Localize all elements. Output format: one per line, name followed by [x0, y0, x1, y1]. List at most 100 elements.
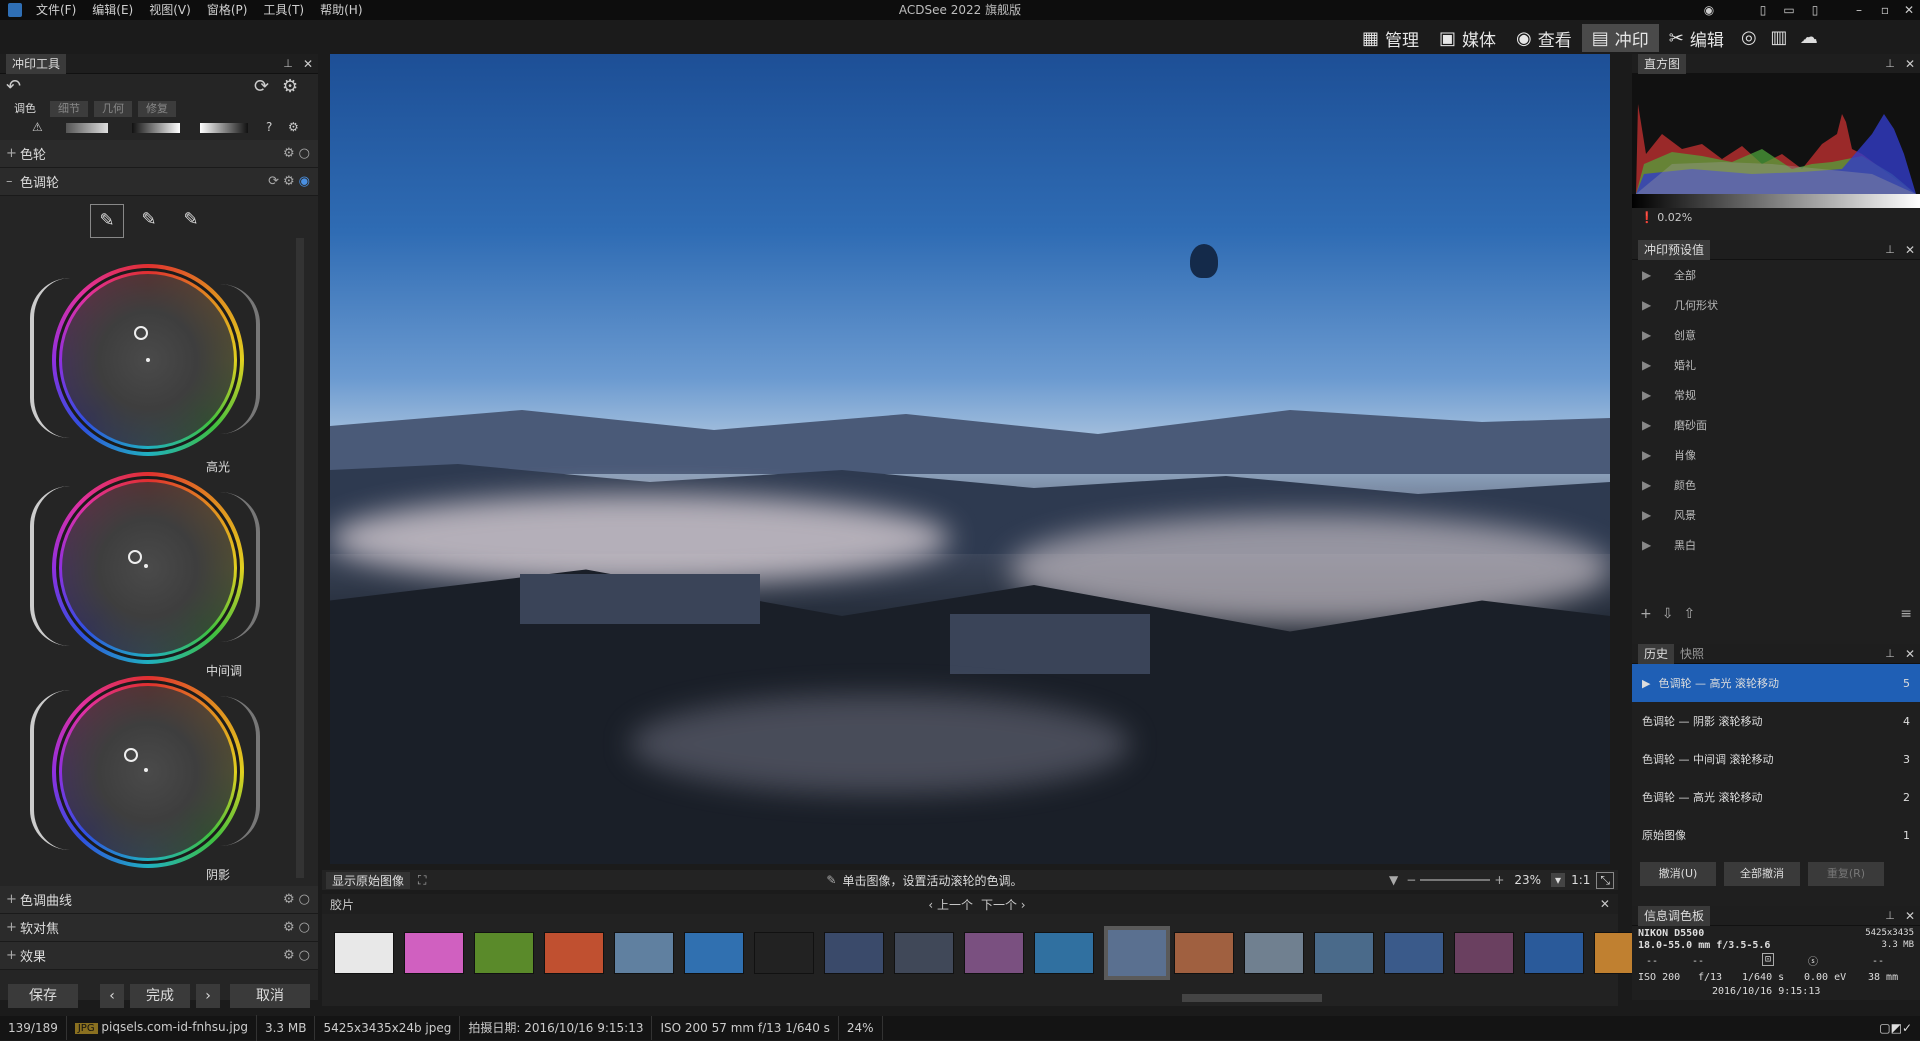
options-icon[interactable]: ⚙: [288, 120, 299, 134]
filmstrip-thumbnail[interactable]: [1034, 932, 1094, 974]
menu-tools[interactable]: 工具(T): [255, 0, 312, 20]
maximize-button[interactable]: ▫: [1872, 0, 1898, 20]
pin-icon[interactable]: ⊥: [1880, 909, 1900, 922]
menu-file[interactable]: 文件(F): [28, 0, 84, 20]
next-button[interactable]: 下一个 ›: [981, 896, 1026, 913]
zoom-out-icon[interactable]: −: [1406, 873, 1416, 887]
menu-edit[interactable]: 编辑(E): [84, 0, 141, 20]
layout-right-icon[interactable]: ▯: [1802, 0, 1828, 20]
eyedropper-icon[interactable]: ✎: [132, 204, 166, 238]
history-item[interactable]: 色调轮 — 高光 滚轮移动 2: [1632, 778, 1920, 816]
section-soft-focus[interactable]: + 软对焦 ⚙ ○: [0, 914, 318, 942]
clipping-slider[interactable]: [66, 123, 108, 133]
import-icon[interactable]: ⇩: [1662, 606, 1674, 622]
gear-icon[interactable]: ⚙: [283, 920, 295, 935]
preset-item[interactable]: ▶ 风景: [1632, 500, 1920, 530]
filmstrip-thumbnail[interactable]: [964, 932, 1024, 974]
filmstrip-thumbnail[interactable]: [894, 932, 954, 974]
preset-item[interactable]: ▶ 颜色: [1632, 470, 1920, 500]
undo-button[interactable]: 撤消(U): [1640, 862, 1716, 886]
minimize-button[interactable]: –: [1846, 0, 1872, 20]
redo-button[interactable]: 重复(R): [1808, 862, 1884, 886]
filmstrip-thumbnail[interactable]: [404, 932, 464, 974]
filmstrip-thumbnail[interactable]: [684, 932, 744, 974]
aperture-icon[interactable]: ◎: [1734, 24, 1764, 52]
close-icon[interactable]: ✕: [1900, 647, 1920, 661]
dashboard-icon[interactable]: ▥: [1764, 24, 1794, 52]
undo-all-button[interactable]: 全部撤消: [1724, 862, 1800, 886]
pin-icon[interactable]: ⊥: [1880, 57, 1900, 70]
eyedropper-icon[interactable]: ✎: [174, 204, 208, 238]
toggle-icon[interactable]: ○: [299, 948, 310, 963]
reset-icon[interactable]: ⟳: [254, 76, 269, 97]
preset-item[interactable]: ▶ 磨砂面: [1632, 410, 1920, 440]
layout-left-icon[interactable]: ▯: [1750, 0, 1776, 20]
mode-edit[interactable]: ✂ 编辑: [1659, 24, 1734, 52]
wheel-handle[interactable]: [124, 748, 138, 762]
filmstrip-thumbnail[interactable]: [544, 932, 604, 974]
warning-icon[interactable]: ⚠: [32, 120, 43, 134]
gear-icon[interactable]: ⚙: [283, 892, 295, 907]
mode-develop[interactable]: ▤ 冲印: [1581, 24, 1659, 52]
add-preset-icon[interactable]: +: [1640, 606, 1652, 622]
filmstrip-thumbnail[interactable]: [1174, 932, 1234, 974]
menu-icon[interactable]: ≡: [1900, 606, 1912, 622]
fullscreen-icon[interactable]: ⛶: [418, 873, 426, 888]
export-icon[interactable]: ⇧: [1683, 606, 1695, 622]
filmstrip-thumbnail[interactable]: [754, 932, 814, 974]
section-tone-curves[interactable]: + 色调曲线 ⚙ ○: [0, 886, 318, 914]
pin-icon[interactable]: ⊥: [278, 57, 298, 70]
preset-item[interactable]: ▶ 几何形状: [1632, 290, 1920, 320]
prev-arrow-button[interactable]: ‹: [100, 984, 124, 1008]
next-arrow-button[interactable]: ›: [196, 984, 220, 1008]
wheel-handle[interactable]: [128, 550, 142, 564]
filmstrip-thumbnail[interactable]: [1454, 932, 1514, 974]
mode-media[interactable]: ▣ 媒体: [1429, 24, 1506, 52]
panel-scrollbar[interactable]: [296, 238, 304, 878]
settings-icon[interactable]: ⚙: [282, 76, 298, 97]
toggle-icon[interactable]: ○: [299, 920, 310, 935]
close-icon[interactable]: ✕: [1900, 243, 1920, 257]
filmstrip-thumbnail[interactable]: [1104, 926, 1170, 980]
help-icon[interactable]: ?: [266, 120, 272, 134]
zoom-menu-icon[interactable]: ▾: [1551, 873, 1566, 887]
gear-icon[interactable]: ⚙: [283, 174, 295, 189]
reset-icon[interactable]: ⟳: [268, 174, 279, 189]
prev-button[interactable]: ‹ 上一个: [928, 896, 973, 913]
filmstrip-thumbnail[interactable]: [334, 932, 394, 974]
undo-arrow-icon[interactable]: ↶: [6, 76, 21, 97]
preset-item[interactable]: ▶ 黑白: [1632, 530, 1920, 560]
mode-manage[interactable]: ▦ 管理: [1352, 24, 1429, 52]
toggle-icon[interactable]: ○: [299, 146, 310, 161]
tab-repair[interactable]: 修复: [138, 101, 176, 117]
save-button[interactable]: 保存: [8, 984, 78, 1008]
done-button[interactable]: 完成: [130, 984, 190, 1008]
history-item[interactable]: 原始图像 1: [1632, 816, 1920, 854]
preset-item[interactable]: ▶ 全部: [1632, 260, 1920, 290]
online-icon[interactable]: ☁: [1794, 24, 1824, 52]
menu-pane[interactable]: 窗格(P): [199, 0, 256, 20]
wheel-handle[interactable]: [134, 326, 148, 340]
preset-item[interactable]: ▶ 婚礼: [1632, 350, 1920, 380]
filmstrip-thumbnail[interactable]: [1384, 932, 1444, 974]
close-icon[interactable]: ✕: [1900, 57, 1920, 71]
filmstrip-thumbnail[interactable]: [1524, 932, 1584, 974]
show-original-button[interactable]: 显示原始图像: [326, 871, 411, 889]
history-item[interactable]: 色调轮 — 阴影 滚轮移动 4: [1632, 702, 1920, 740]
account-icon[interactable]: ◉: [1696, 0, 1722, 20]
zoom-slider[interactable]: [1420, 879, 1491, 881]
filmstrip-scrollbar[interactable]: [1182, 994, 1322, 1002]
filmstrip-thumbnail[interactable]: [474, 932, 534, 974]
gear-icon[interactable]: ⚙: [283, 948, 295, 963]
fit-icon[interactable]: ⤡: [1596, 871, 1614, 889]
tab-history[interactable]: 历史: [1638, 643, 1675, 664]
history-item[interactable]: 色调轮 — 中间调 滚轮移动 3: [1632, 740, 1920, 778]
cancel-button[interactable]: 取消: [230, 984, 310, 1008]
preset-item[interactable]: ▶ 肖像: [1632, 440, 1920, 470]
filmstrip-thumbnail[interactable]: [1244, 932, 1304, 974]
eyedropper-active-icon[interactable]: ✎: [90, 204, 124, 238]
section-effects[interactable]: + 效果 ⚙ ○: [0, 942, 318, 970]
filmstrip-close-icon[interactable]: ✕: [1592, 897, 1618, 911]
toggle-on-icon[interactable]: ◉: [299, 174, 310, 189]
pin-icon[interactable]: ⊥: [1880, 243, 1900, 256]
